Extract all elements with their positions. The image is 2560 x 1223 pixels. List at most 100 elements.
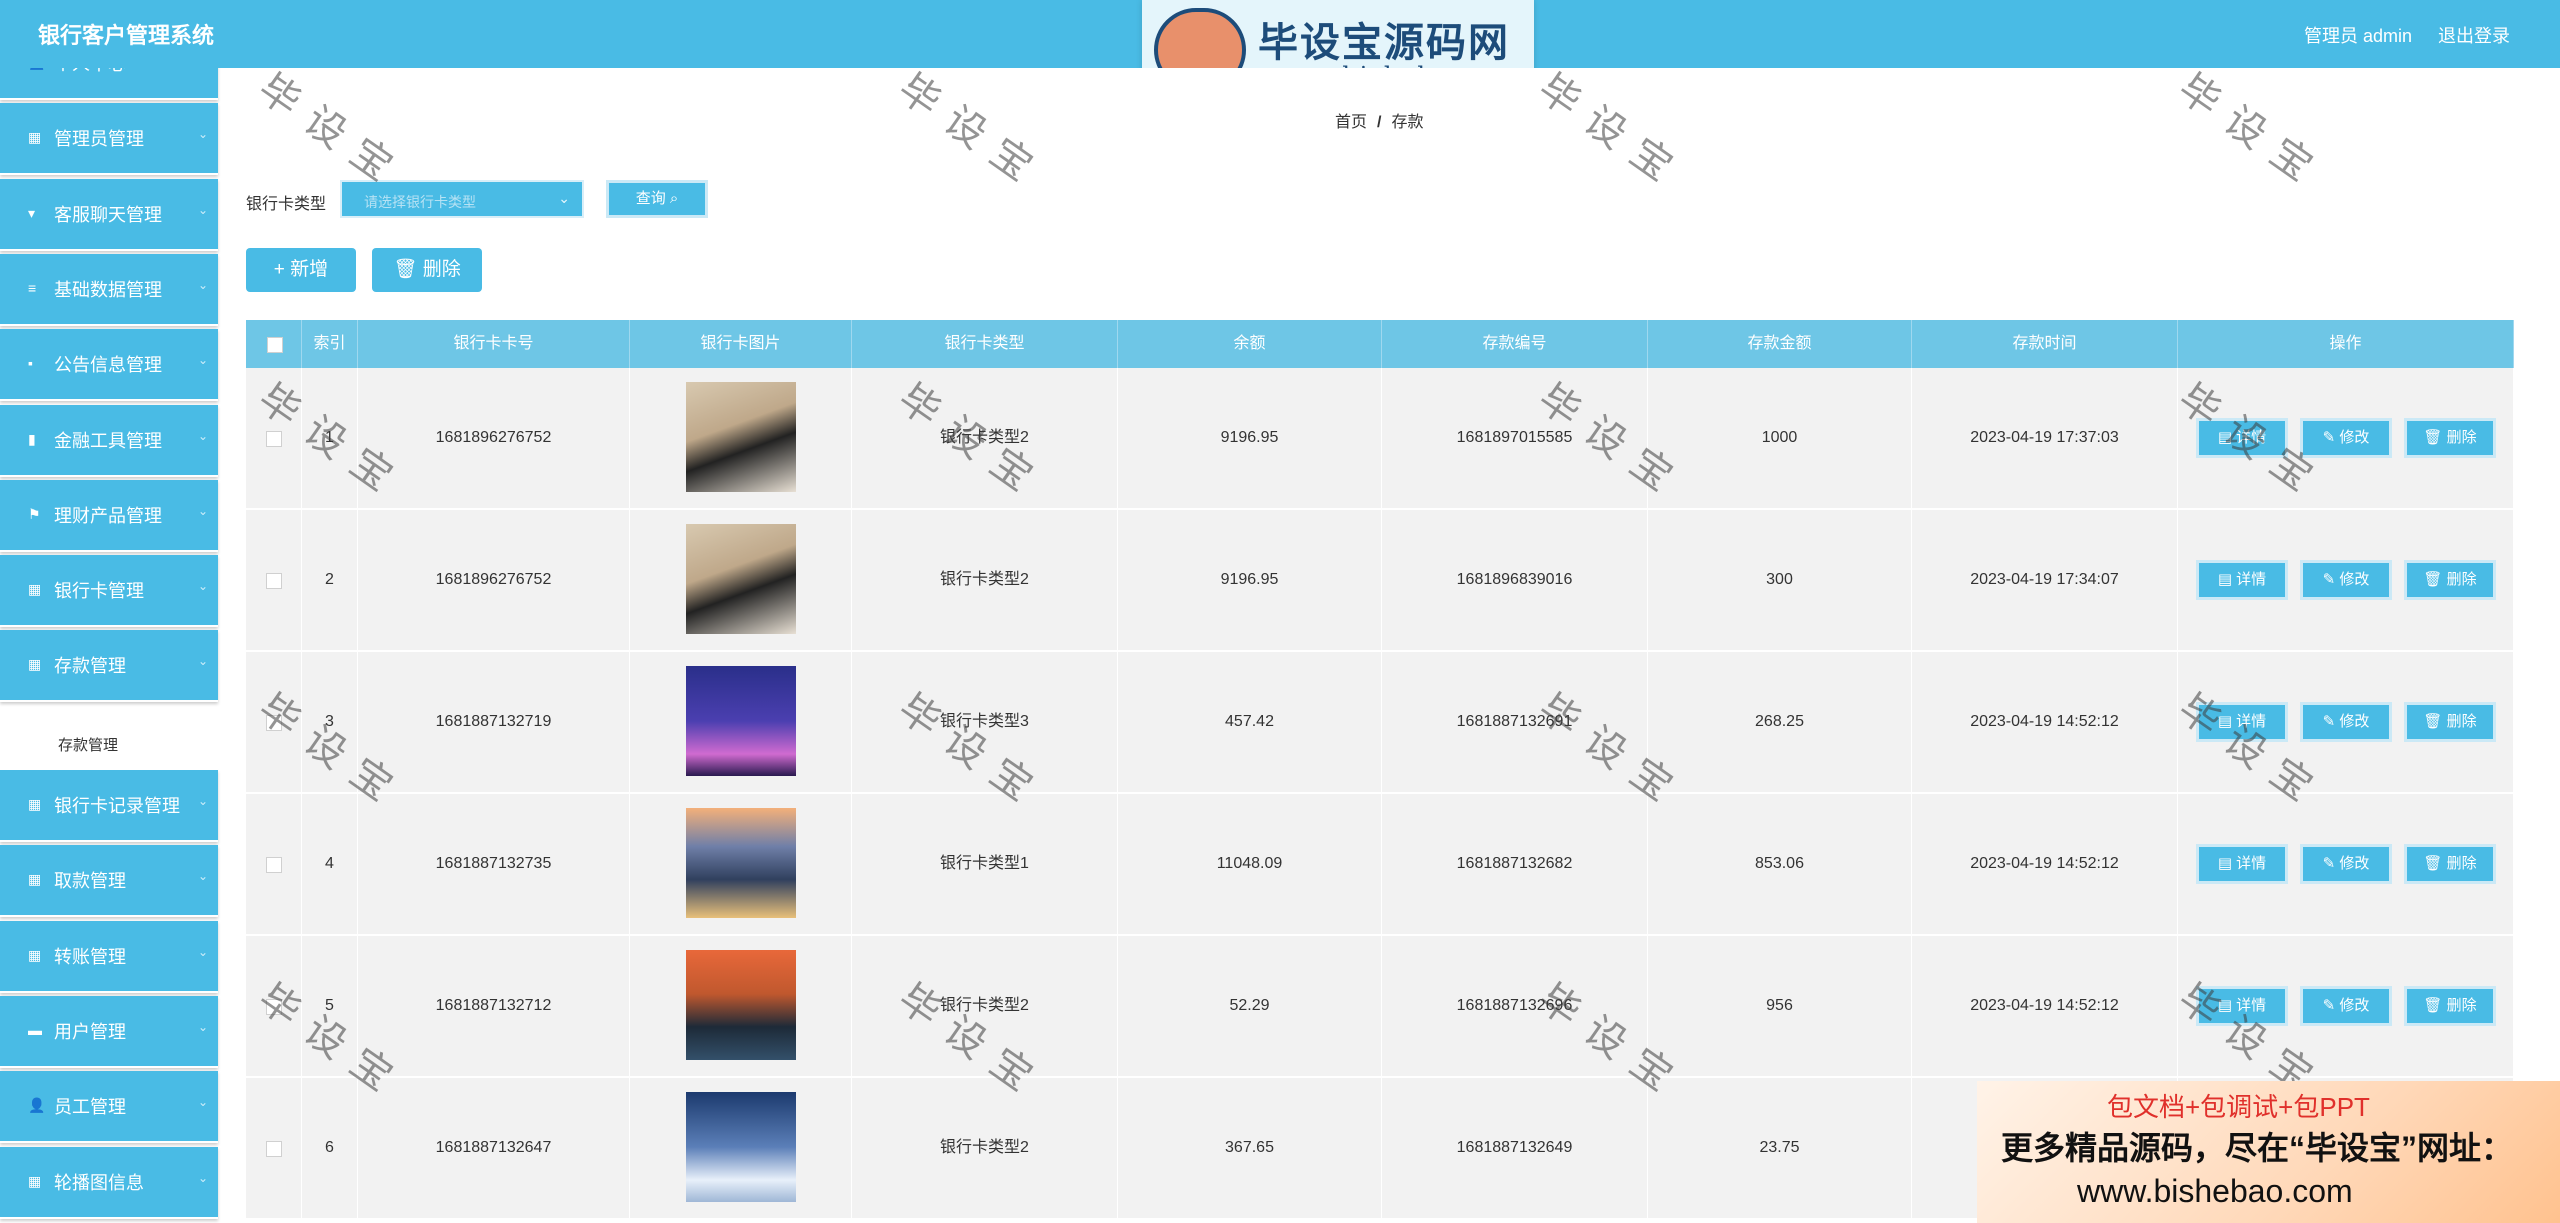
cell-amount: 268.25 [1648,652,1912,792]
row-delete-button[interactable]: 🗑 删除 [2404,844,2496,884]
row-checkbox[interactable] [266,715,282,731]
row-select[interactable] [246,794,302,934]
row-checkbox[interactable] [266,1141,282,1157]
sidebar-subitem-label: 存款管理 [58,737,119,754]
sidebar-item[interactable]: ≡ 基础数据管理 ⌄ [0,253,218,326]
sidebar-item[interactable]: ▾ 客服聊天管理 ⌄ [0,178,218,251]
table-row: 1 1681896276752 银行卡类型2 9196.95 168189701558… [246,368,2514,510]
card-image[interactable] [686,950,796,1060]
detail-button[interactable]: ▤ 详情 [2196,702,2288,742]
edit-button[interactable]: ✎ 修改 [2300,986,2392,1026]
column-header: 银行卡类型 [852,320,1118,368]
sidebar-item[interactable]: ▦ 转账管理 ⌄ [0,920,218,993]
detail-label: 详情 [2236,713,2267,730]
grid-icon: ▦ [28,656,42,673]
add-button[interactable]: + 新增 [246,248,356,292]
detail-label: 详情 [2236,429,2267,446]
sidebar-item-label: 轮播图信息 [54,1172,144,1193]
detail-icon: ▤ [2217,571,2237,588]
logout-link[interactable]: 退出登录 [2438,22,2510,48]
cell-deposit-no: 1681887132696 [1382,936,1648,1076]
chevron-down-icon: ⌄ [558,190,570,206]
delete-button[interactable]: 🗑 删除 [372,248,482,292]
detail-button[interactable]: ▤ 详情 [2196,418,2288,458]
sidebar-item[interactable]: ▪ 公告信息管理 ⌄ [0,329,218,402]
trash-icon: 🗑 [2423,429,2447,446]
edit-button[interactable]: ✎ 修改 [2300,702,2392,742]
sidebar: 👤 个人中心 ⌄▦ 管理员管理 ⌄▾ 客服聊天管理 ⌄≡ 基础数据管理 ⌄▪ 公… [0,68,222,1223]
row-checkbox[interactable] [266,857,282,873]
card-image[interactable] [686,524,796,634]
chevron-down-icon: ⌄ [197,1170,208,1185]
cell-amount: 853.06 [1648,794,1912,934]
table-row: 3 1681887132719 银行卡类型3 457.42 1681887132691… [246,652,2514,794]
chevron-down-icon: ⌄ [197,794,208,808]
sidebar-item[interactable]: ▦ 银行卡管理 ⌄ [0,555,218,628]
column-header: 索引 [302,320,358,368]
card-image-cell [630,510,852,650]
sidebar-item[interactable]: 👤 个人中心 ⌄ [0,68,218,100]
breadcrumb-home[interactable]: 首页 [1335,114,1367,131]
row-delete-button[interactable]: 🗑 删除 [2404,418,2496,458]
promo-line2: 更多精品源码，尽在“毕设宝”网址： [2001,1130,2514,1166]
row-select[interactable] [246,368,302,508]
cell-time: 2023-04-19 17:37:03 [1912,368,2178,508]
row-delete-button[interactable]: 🗑 删除 [2404,560,2496,600]
row-delete-button[interactable]: 🗑 删除 [2404,702,2496,742]
card-image[interactable] [686,1092,796,1202]
row-select[interactable] [246,652,302,792]
sidebar-item[interactable]: ▦ 轮播图信息 ⌄ [0,1146,218,1219]
row-checkbox[interactable] [266,573,282,589]
sidebar-item[interactable]: 👤 员工管理 ⌄ [0,1071,218,1144]
detail-button[interactable]: ▤ 详情 [2196,844,2288,884]
sidebar-item[interactable]: ▦ 存款管理 ⌄ [0,630,218,703]
sidebar-item[interactable]: ▬ 用户管理 ⌄ [0,995,218,1068]
sidebar-item[interactable]: ⚑ 理财产品管理 ⌄ [0,479,218,552]
edit-button[interactable]: ✎ 修改 [2300,418,2392,458]
card-image[interactable] [686,808,796,918]
cell-card-type: 银行卡类型3 [852,652,1118,792]
list-icon: ≡ [28,279,37,296]
sidebar-item-label: 金融工具管理 [54,430,162,451]
edit-icon: ✎ [2322,997,2340,1014]
cell-deposit-no: 1681887132649 [1382,1078,1648,1218]
sidebar-subitem-deposit[interactable]: 存款管理 [0,718,218,770]
detail-icon: ▤ [2217,855,2237,872]
row-select[interactable] [246,936,302,1076]
sidebar-item[interactable]: ▦ 取款管理 ⌄ [0,845,218,918]
card-image[interactable] [686,382,796,492]
edit-button[interactable]: ✎ 修改 [2300,560,2392,600]
sidebar-item[interactable]: ▦ 管理员管理 ⌄ [0,103,218,176]
sidebar-item[interactable]: ▦ 银行卡记录管理 ⌄ [0,770,218,842]
cell-card-type: 银行卡类型2 [852,368,1118,508]
header-select-all[interactable] [246,320,302,368]
cell-index: 2 [302,510,358,650]
row-select[interactable] [246,1078,302,1218]
sidebar-item[interactable]: ▮ 金融工具管理 ⌄ [0,404,218,477]
detail-button[interactable]: ▤ 详情 [2196,986,2288,1026]
row-checkbox[interactable] [266,431,282,447]
cell-card-type: 银行卡类型1 [852,794,1118,934]
logo-name: 毕设宝源码网 [1258,21,1510,65]
promo-banner[interactable]: 包文档+包调试+包PPT 更多精品源码，尽在“毕设宝”网址： www.bishe… [1977,1081,2560,1223]
card-image[interactable] [686,666,796,776]
row-delete-button[interactable]: 🗑 删除 [2404,986,2496,1026]
sidebar-item-label: 员工管理 [54,1097,126,1118]
trash-icon: 🗑 [393,259,423,280]
detail-label: 详情 [2236,997,2267,1014]
table-row: 2 1681896276752 银行卡类型2 9196.95 168189683901… [246,510,2514,652]
grid-icon: ▦ [28,796,42,812]
query-button[interactable]: 查询 ⌕ [606,180,708,218]
detail-button[interactable]: ▤ 详情 [2196,560,2288,600]
row-actions: ▤ 详情 ✎ 修改 🗑 删除 [2178,936,2514,1076]
row-checkbox[interactable] [266,999,282,1015]
cell-card-no: 1681887132647 [358,1078,630,1218]
select-all-checkbox[interactable] [267,337,283,353]
edit-button[interactable]: ✎ 修改 [2300,844,2392,884]
edit-label: 修改 [2339,997,2370,1014]
detail-icon: ▤ [2217,997,2237,1014]
cell-time: 2023-04-19 14:52:12 [1912,936,2178,1076]
card-image-cell [630,936,852,1076]
row-select[interactable] [246,510,302,650]
card-type-select[interactable]: 请选择银行卡类型 ⌄ [340,180,584,218]
